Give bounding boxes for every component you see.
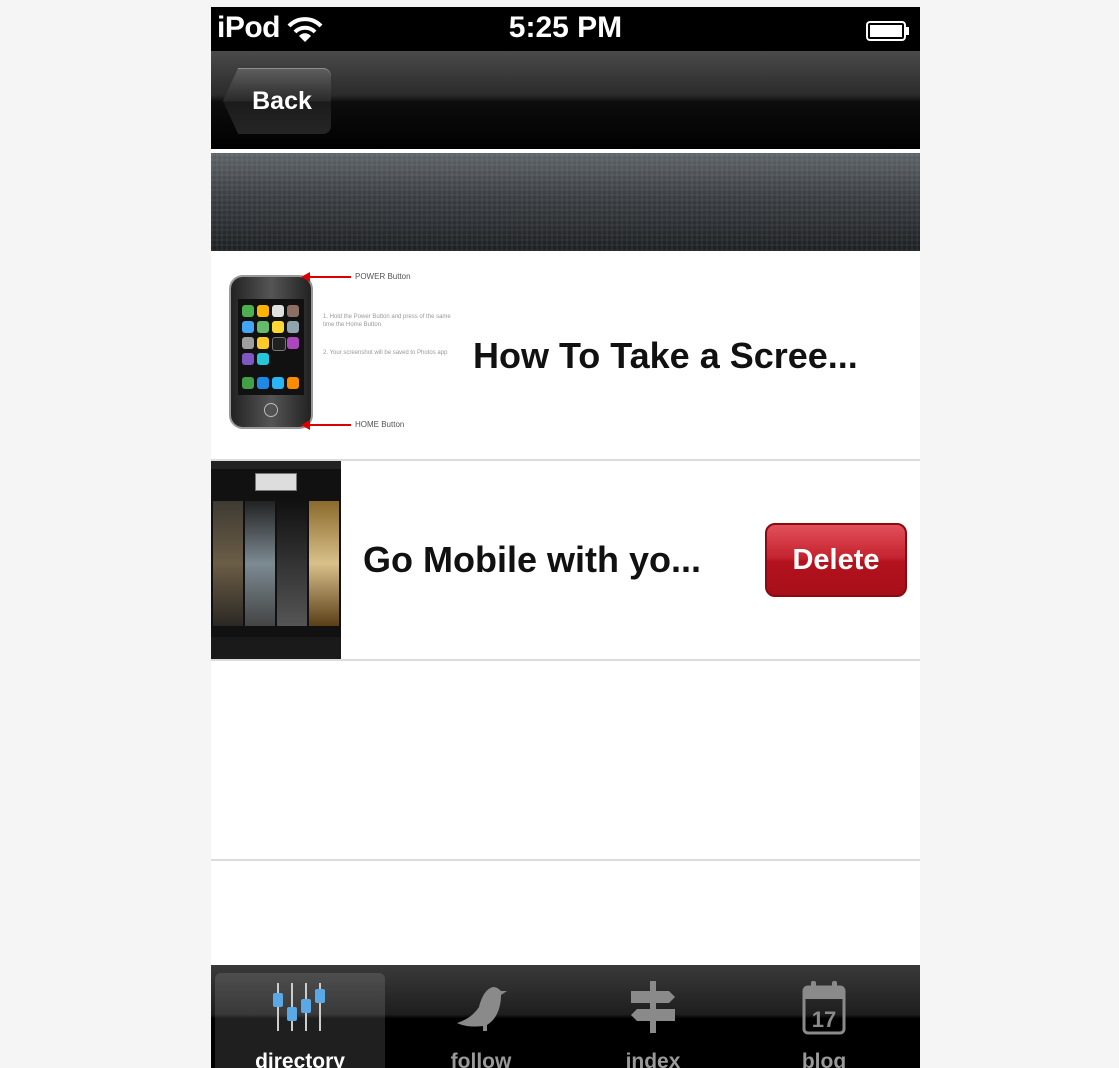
battery-icon xyxy=(866,21,910,46)
navigation-bar: Back xyxy=(211,51,920,149)
status-bar: iPod 5:25 PM xyxy=(211,7,920,51)
tab-label: index xyxy=(625,1050,681,1068)
iphone-image xyxy=(229,275,313,429)
tab-label: blog xyxy=(801,1050,847,1068)
delete-button[interactable]: Delete xyxy=(765,523,907,597)
empty-row xyxy=(211,661,920,861)
tab-label: follow xyxy=(450,1050,512,1068)
directory-icon xyxy=(270,979,330,1040)
list-item-title: How To Take a Scree... xyxy=(473,335,858,376)
clock: 5:25 PM xyxy=(508,11,623,44)
list-item[interactable]: POWER Button 1. Hold the Power Button an… xyxy=(211,251,920,461)
header-banner xyxy=(211,153,920,251)
phone-screen: iPod 5:25 PM Back POWER Button 1. Hold t… xyxy=(211,7,920,1068)
annotation-step1: 1. Hold the Power Button and press of th… xyxy=(323,314,451,328)
tab-follow[interactable]: follow xyxy=(396,973,566,1068)
signpost-icon xyxy=(623,979,683,1040)
list-item-thumbnail xyxy=(211,461,341,659)
annotation-step2: 2. Your screenshot will be saved to Phot… xyxy=(323,350,448,356)
tab-label: directory xyxy=(255,1050,345,1068)
tab-bar: directory follow index 17 blog xyxy=(211,965,920,1068)
calendar-day: 17 xyxy=(812,1007,836,1032)
calendar-icon: 17 xyxy=(794,979,854,1042)
back-button[interactable]: Back xyxy=(223,68,331,134)
tab-blog[interactable]: 17 blog xyxy=(739,973,909,1068)
tab-index[interactable]: index xyxy=(568,973,738,1068)
annotation-power: POWER Button xyxy=(355,272,411,281)
annotation-home: HOME Button xyxy=(355,420,405,429)
list-item-thumbnail: POWER Button 1. Hold the Power Button an… xyxy=(225,272,460,453)
list-item[interactable]: Go Mobile with yo... Delete xyxy=(211,461,920,661)
bird-icon xyxy=(451,979,511,1040)
logo-image xyxy=(255,473,297,491)
empty-row xyxy=(211,861,920,965)
list-item-title: Go Mobile with yo... xyxy=(363,539,701,580)
tab-directory[interactable]: directory xyxy=(215,973,385,1068)
